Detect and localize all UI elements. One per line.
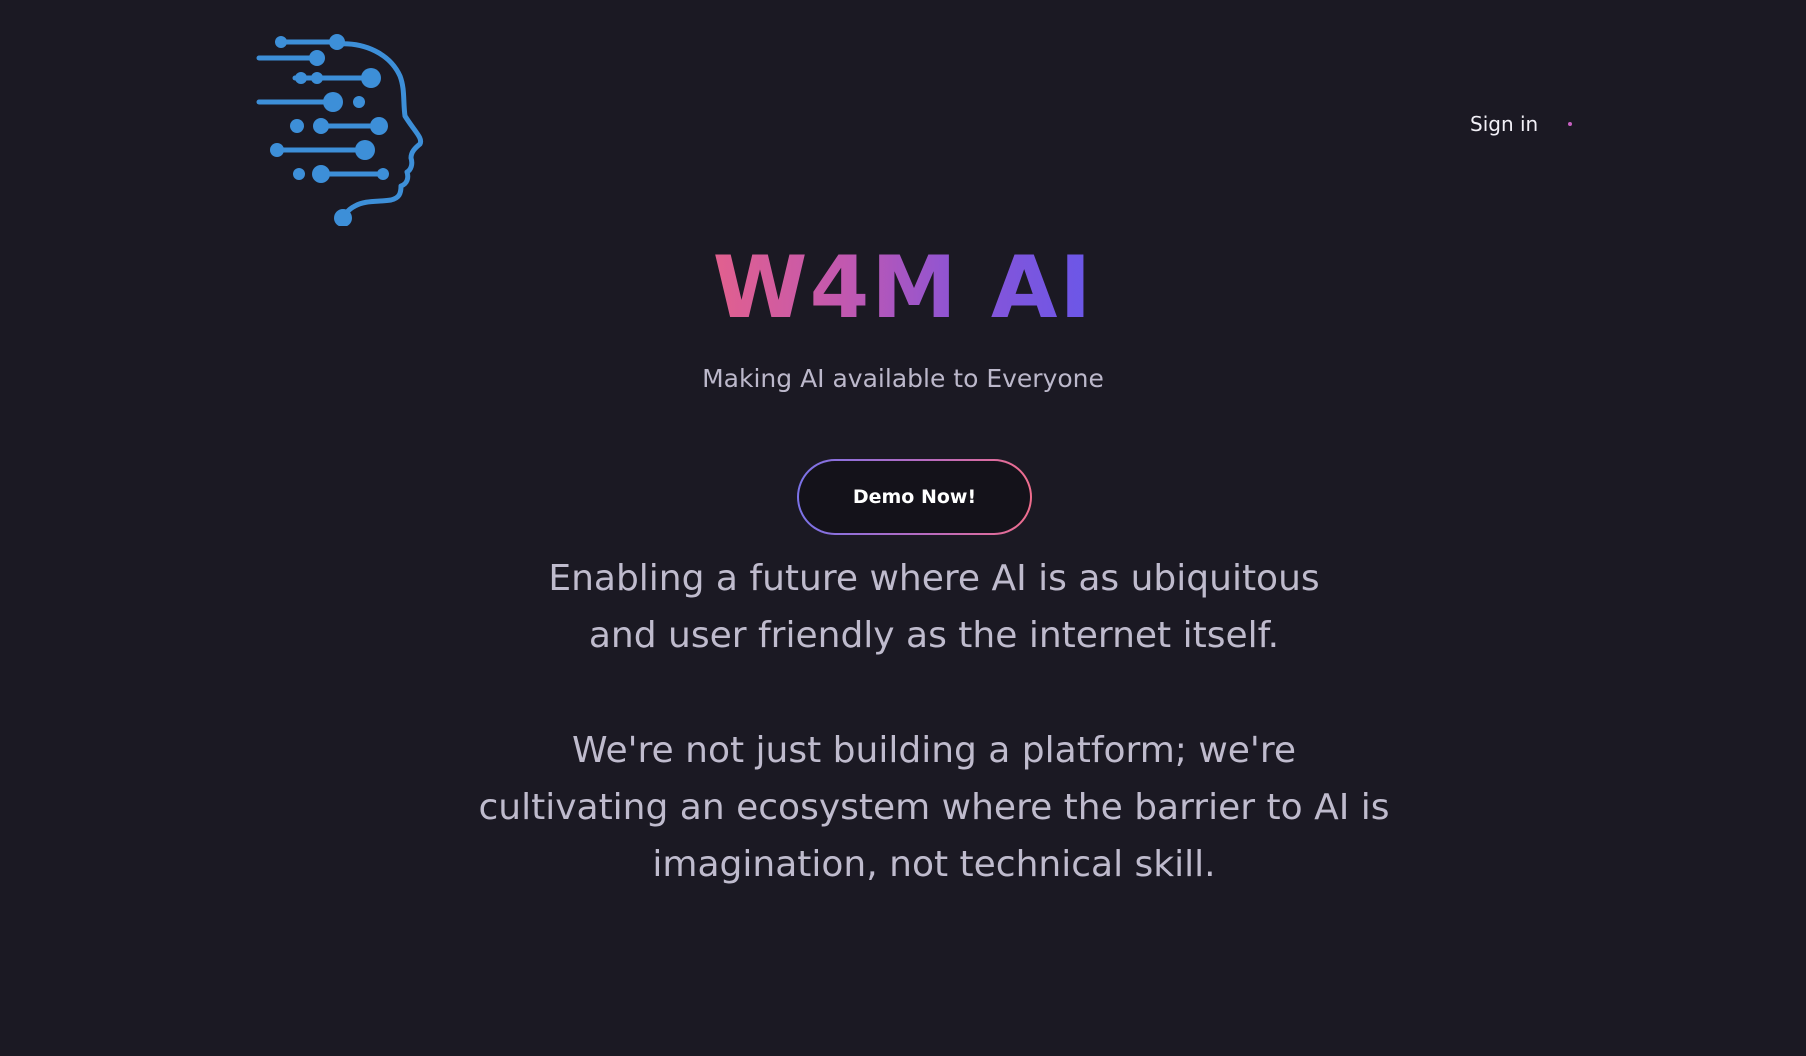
tagline: Making AI available to Everyone: [702, 364, 1104, 393]
top-nav: Sign in: [1470, 112, 1573, 136]
mission-text: Enabling a future where AI is as ubiquit…: [548, 558, 1320, 656]
ecosystem-text: We're not just building a platform; we'r…: [478, 730, 1390, 885]
ecosystem-paragraph: We're not just building a platform; we'r…: [0, 722, 1806, 893]
page-title-text: W4M AI: [712, 238, 1094, 338]
ai-head-logo-icon[interactable]: [255, 34, 430, 226]
demo-now-button[interactable]: Demo Now!: [799, 461, 1030, 533]
demo-button-border: Demo Now!: [797, 459, 1032, 535]
sign-in-link[interactable]: Sign in: [1470, 112, 1538, 136]
mission-paragraph: Enabling a future where AI is as ubiquit…: [0, 550, 1806, 664]
nav-dot-icon: [1568, 122, 1573, 126]
page-title: W4M AI: [0, 236, 1806, 340]
